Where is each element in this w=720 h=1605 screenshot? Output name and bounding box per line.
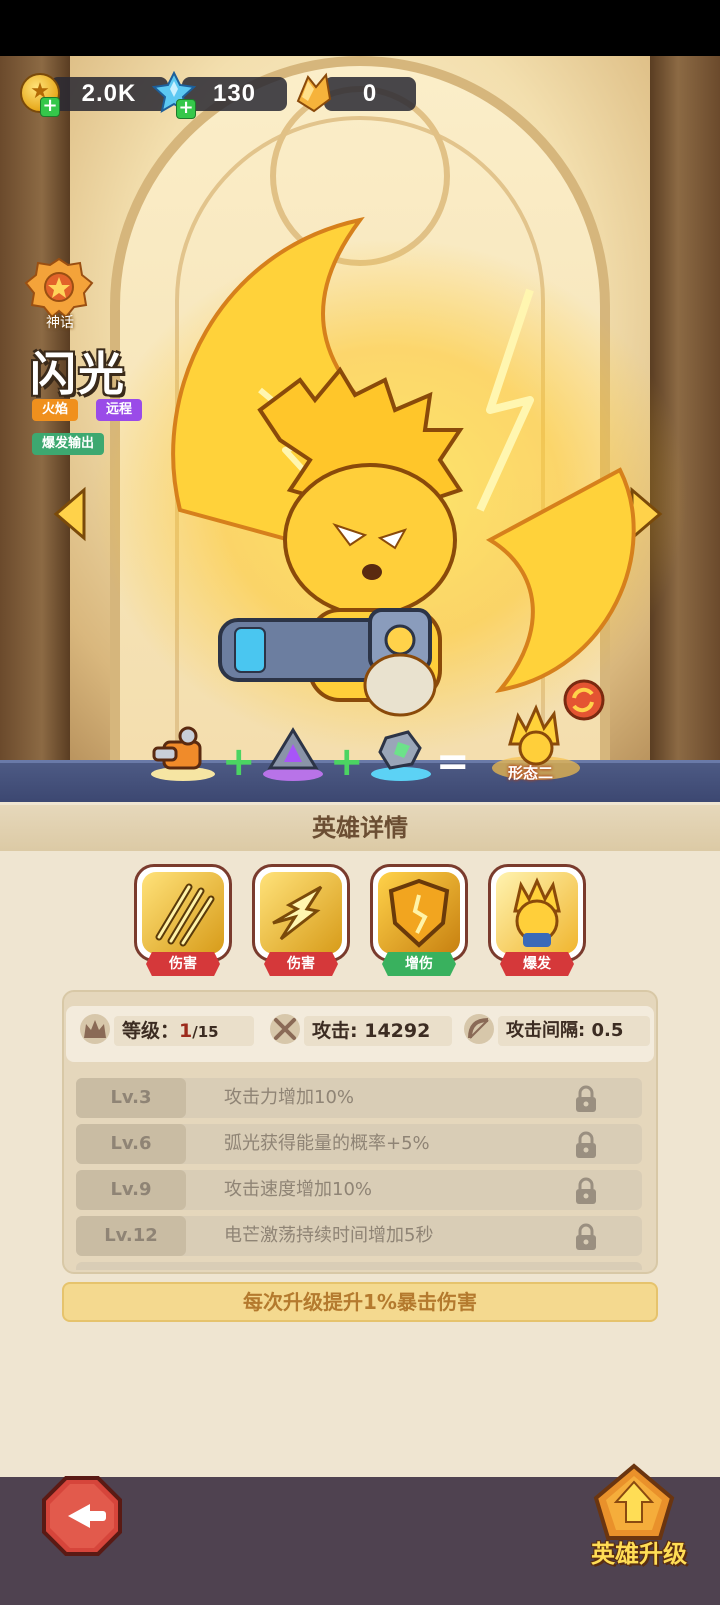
skill-type-tag: 爆发 — [500, 952, 574, 976]
level-label: 等级： — [122, 1020, 180, 1042]
hero-character-art — [171, 216, 636, 717]
element-tag: 火焰 — [32, 399, 79, 421]
crossed-swords-icon — [270, 1014, 300, 1044]
attack-label: 攻击: — [312, 1020, 365, 1042]
attack-interval-value: 0.5 — [591, 1020, 624, 1041]
reward-text: 攻击速度增加10% — [224, 1179, 373, 1200]
crown-icon — [80, 1014, 110, 1044]
plus-icon: + — [330, 739, 364, 785]
hex-nut-component-icon[interactable] — [368, 722, 434, 782]
reward-level: Lv.12 — [76, 1216, 186, 1256]
level-reward-row: Lv.3 攻击力增加10% — [76, 1078, 642, 1118]
turret-component-icon[interactable] — [148, 720, 218, 782]
evolved-form-label: 形态二 — [508, 764, 554, 782]
lock-icon — [576, 1223, 596, 1250]
skill-card — [370, 864, 468, 962]
skill-1[interactable]: 伤害 — [134, 864, 232, 984]
lock-icon — [576, 1085, 596, 1112]
add-gold-icon[interactable]: + — [40, 97, 60, 117]
skill-card — [252, 864, 350, 962]
reward-level: Lv.6 — [76, 1124, 186, 1164]
level-reward-row: Lv.6 弧光获得能量的概率+5% — [76, 1124, 642, 1164]
skill-card — [134, 864, 232, 962]
skill-type-tag: 伤害 — [146, 952, 220, 976]
lightning-dash-icon — [272, 885, 323, 941]
prism-component-icon[interactable] — [260, 722, 326, 782]
role-tag: 爆发输出 — [32, 433, 105, 455]
gold-value: 2.0K — [50, 77, 168, 111]
level-reward-row: Lv.12 电芒激荡持续时间增加5秒 — [76, 1216, 642, 1256]
level-value: 1 — [179, 1020, 193, 1042]
attack-stat: 攻击: 14292 — [270, 1014, 452, 1046]
plus-icon: + — [222, 739, 256, 785]
crystal-counter[interactable]: 0 — [290, 72, 420, 113]
rarity-label: 神话 — [46, 315, 74, 331]
level-stat: 等级：1/15 — [80, 1014, 260, 1046]
skill-type-tag: 增伤 — [382, 952, 456, 976]
hero-name: 闪光 — [30, 347, 126, 401]
skill-card — [488, 864, 586, 962]
upgrade-hero-label[interactable]: 英雄升级 — [584, 1534, 694, 1569]
gem-value: 130 — [182, 77, 287, 111]
claw-strike-icon — [155, 883, 215, 947]
reward-level: Lv.3 — [76, 1078, 186, 1118]
range-tag: 远程 — [96, 399, 143, 421]
hero-burst-icon — [513, 877, 561, 947]
mythic-rank-icon — [24, 257, 94, 319]
crystal-shard-icon — [296, 72, 332, 113]
skill-4[interactable]: 爆发 — [488, 864, 586, 984]
reward-level: Lv.9 — [76, 1170, 186, 1210]
attack-interval-label: 攻击间隔: — [506, 1020, 592, 1041]
crystal-value: 0 — [324, 77, 416, 111]
level-max: /15 — [192, 1023, 219, 1041]
panel-title: 英雄详情 — [312, 814, 408, 842]
gem-counter[interactable]: 130 + — [152, 71, 287, 119]
reward-text: 攻击力增加10% — [224, 1087, 355, 1108]
back-button[interactable] — [40, 1474, 124, 1558]
reward-text: 电芒激荡持续时间增加5秒 — [224, 1225, 434, 1246]
attack-value: 14292 — [364, 1020, 431, 1042]
status-bar — [0, 0, 720, 56]
bow-icon — [464, 1014, 494, 1044]
equals-icon: = — [436, 739, 470, 785]
scroll-peek-row — [76, 1262, 642, 1270]
previous-hero-arrow-icon[interactable] — [52, 486, 88, 542]
lock-icon — [576, 1177, 596, 1204]
level-reward-row: Lv.9 攻击速度增加10% — [76, 1170, 642, 1210]
swap-form-icon[interactable] — [562, 678, 606, 722]
skill-2[interactable]: 伤害 — [252, 864, 350, 984]
reward-text: 弧光获得能量的概率+5% — [224, 1133, 430, 1154]
lock-icon — [576, 1131, 596, 1158]
attack-interval-stat: 攻击间隔: 0.5 — [464, 1014, 650, 1046]
skill-type-tag: 伤害 — [264, 952, 338, 976]
gold-counter[interactable]: 2.0K + — [20, 73, 168, 117]
upgrade-bonus-banner: 每次升级提升1%暴击伤害 — [62, 1282, 658, 1322]
skill-3[interactable]: 增伤 — [370, 864, 468, 984]
add-gem-icon[interactable]: + — [176, 99, 196, 119]
shield-crack-icon — [388, 878, 450, 948]
